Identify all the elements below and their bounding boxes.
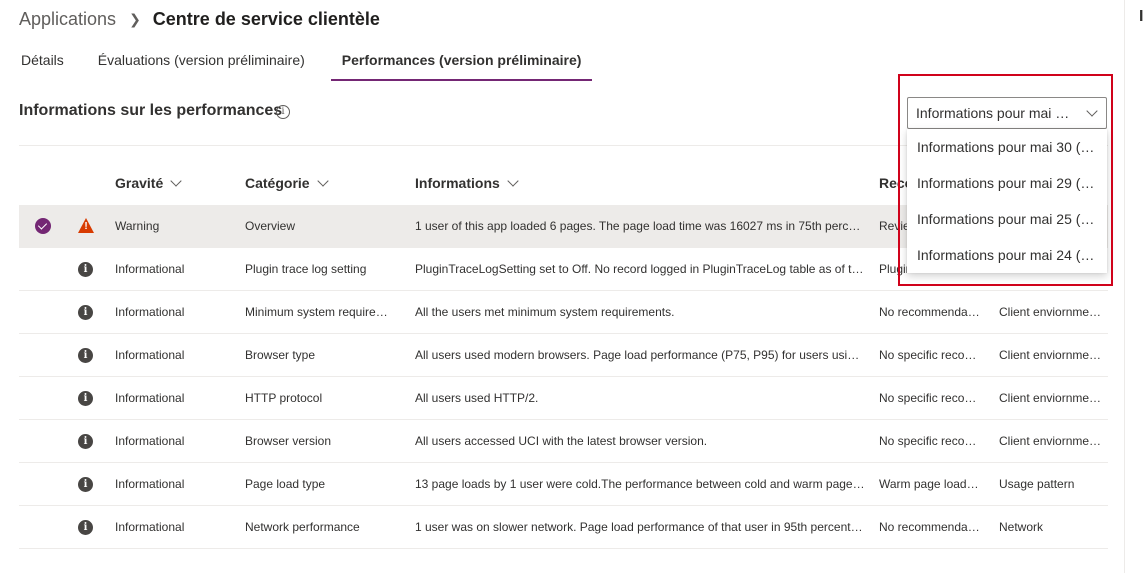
- cell-severity: Warning: [115, 219, 160, 233]
- warning-mark: !: [84, 221, 88, 232]
- column-header-information[interactable]: Informations: [415, 174, 519, 191]
- cell-recommendation: No recommenda…: [879, 305, 980, 319]
- cell-recommendation: No specific reco…: [879, 434, 977, 448]
- side-panel-edge: I: [1139, 8, 1144, 25]
- cell-category: Browser type: [245, 348, 316, 362]
- cell-recommendation: No recommenda…: [879, 520, 980, 534]
- cell-category: Minimum system require…: [245, 305, 388, 319]
- cell-recommendation: Warm page load…: [879, 477, 979, 491]
- info-filled-icon: i: [78, 305, 93, 320]
- dropdown-option[interactable]: Informations pour mai 24 (…: [907, 237, 1097, 273]
- cell-category: Browser version: [245, 434, 332, 448]
- breadcrumb-applications-link[interactable]: Applications: [19, 9, 116, 30]
- table-row[interactable]: i Informational Browser type All users u…: [19, 334, 1108, 377]
- info-filled-icon: i: [78, 391, 93, 406]
- cell-recommendation: No specific reco…: [879, 348, 977, 362]
- chevron-down-icon: [1086, 105, 1098, 117]
- info-icon[interactable]: i: [276, 105, 290, 119]
- breadcrumb: Applications ❯ Centre de service clientè…: [19, 7, 380, 31]
- cell-information: 13 page loads by 1 user were cold.The pe…: [415, 477, 865, 491]
- cell-type: Client enviornme…: [999, 305, 1102, 319]
- section-title: Informations sur les performances: [19, 102, 283, 119]
- cell-category: Page load type: [245, 477, 326, 491]
- row-selected-check-icon[interactable]: [35, 218, 51, 234]
- cell-category: Overview: [245, 219, 296, 233]
- dropdown-option[interactable]: Informations pour mai 29 (…: [907, 165, 1097, 201]
- cell-severity: Informational: [115, 520, 185, 534]
- insights-date-dropdown[interactable]: Informations pour mai 3…: [907, 97, 1107, 129]
- cell-severity: Informational: [115, 391, 185, 405]
- cell-severity: Informational: [115, 262, 185, 276]
- cell-information: All the users met minimum system require…: [415, 305, 675, 319]
- cell-category: Network performance: [245, 520, 360, 534]
- cell-information: All users used modern browsers. Page loa…: [415, 348, 865, 362]
- chevron-down-icon: [316, 174, 329, 187]
- column-header-label: Catégorie: [245, 175, 310, 191]
- cell-type: Client enviornme…: [999, 391, 1102, 405]
- chevron-down-icon: [507, 174, 519, 187]
- cell-category: Plugin trace log setting: [245, 262, 367, 276]
- cell-information: All users used HTTP/2.: [415, 391, 539, 405]
- cell-recommendation: No specific reco…: [879, 391, 977, 405]
- table-row[interactable]: i Informational Minimum system require… …: [19, 291, 1108, 334]
- cell-severity: Informational: [115, 434, 185, 448]
- cell-information: PluginTraceLogSetting set to Off. No rec…: [415, 262, 864, 276]
- info-filled-icon: i: [78, 262, 93, 277]
- cell-type: Usage pattern: [999, 477, 1075, 491]
- cell-type: Network: [999, 520, 1044, 534]
- panel-divider: [1124, 0, 1125, 573]
- tab-evaluations[interactable]: Évaluations (version préliminaire): [87, 44, 316, 80]
- table-row[interactable]: i Informational HTTP protocol All users …: [19, 377, 1108, 420]
- tab-list: Détails Évaluations (version préliminair…: [10, 44, 593, 81]
- cell-category: HTTP protocol: [245, 391, 323, 405]
- table-row[interactable]: i Informational Network performance 1 us…: [19, 506, 1108, 549]
- column-header-label: Informations: [415, 175, 500, 191]
- cell-information: All users accessed UCI with the latest b…: [415, 434, 708, 448]
- chevron-right-icon: ❯: [129, 10, 141, 27]
- dropdown-option[interactable]: Informations pour mai 25 (…: [907, 201, 1097, 237]
- info-filled-icon: i: [78, 434, 93, 449]
- cell-information: 1 user of this app loaded 6 pages. The p…: [415, 219, 865, 233]
- column-header-severity[interactable]: Gravité: [115, 174, 182, 191]
- info-filled-icon: i: [78, 520, 93, 535]
- chevron-down-icon: [170, 174, 182, 187]
- info-filled-icon: i: [78, 477, 93, 492]
- dropdown-menu: Informations pour mai 30 (… Informations…: [907, 129, 1107, 273]
- column-header-category[interactable]: Catégorie: [245, 174, 329, 191]
- table-row[interactable]: i Informational Page load type 13 page l…: [19, 463, 1108, 506]
- cell-severity: Informational: [115, 348, 185, 362]
- cell-severity: Informational: [115, 477, 185, 491]
- dropdown-selected-value: Informations pour mai 3…: [916, 105, 1076, 121]
- tab-performances[interactable]: Performances (version préliminaire): [330, 44, 593, 81]
- page-title: Centre de service clientèle: [152, 8, 380, 29]
- cell-information: 1 user was on slower network. Page load …: [415, 520, 863, 534]
- dropdown-option[interactable]: Informations pour mai 30 (…: [907, 129, 1097, 165]
- cell-type: Client enviornme…: [999, 348, 1102, 362]
- table-row[interactable]: i Informational Browser version All user…: [19, 420, 1108, 463]
- column-header-label: Gravité: [115, 175, 164, 191]
- cell-type: Client enviornme…: [999, 434, 1102, 448]
- tab-details[interactable]: Détails: [10, 44, 75, 80]
- page: Applications ❯ Centre de service clientè…: [0, 0, 1144, 573]
- cell-severity: Informational: [115, 305, 185, 319]
- info-filled-icon: i: [78, 348, 93, 363]
